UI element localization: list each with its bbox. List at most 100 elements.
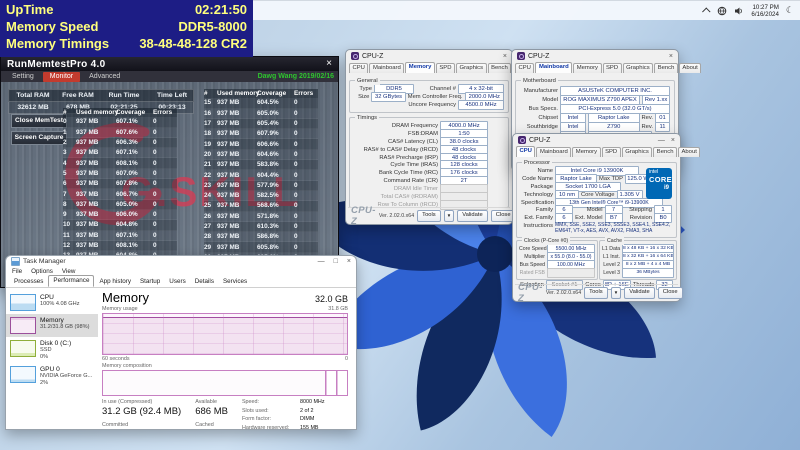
- cpuz-tab[interactable]: About: [677, 147, 701, 157]
- form-factor-value: DIMM: [299, 416, 315, 422]
- close-memtest-button[interactable]: Close MemTest: [11, 114, 67, 128]
- close-icon[interactable]: ×: [347, 258, 351, 265]
- close-button[interactable]: Close: [657, 286, 683, 299]
- task-manager-tab[interactable]: App history: [95, 277, 135, 287]
- cpuz-tab[interactable]: CPU: [516, 146, 536, 157]
- panel-title: Memory: [102, 290, 149, 305]
- memtest-tab[interactable]: Advanced: [82, 72, 127, 82]
- cpuz-tab[interactable]: SPD: [602, 63, 622, 73]
- tools-button[interactable]: Tools: [584, 286, 608, 299]
- cpuz-tab[interactable]: Mainboard: [535, 62, 573, 73]
- timings-group: Timings DRAM Frequency 4000.0 MHz FSB:DR…: [349, 114, 509, 210]
- menu-item[interactable]: File: [12, 268, 22, 275]
- cpuz-tab[interactable]: Graphics: [621, 147, 653, 157]
- cpuz-tab[interactable]: Mainboard: [369, 63, 405, 73]
- memtest-row: 1 937 MB 607.6% 0: [63, 127, 177, 138]
- task-manager-tab[interactable]: Processes: [10, 277, 47, 287]
- minimize-icon[interactable]: —: [658, 137, 665, 144]
- tray-chevron-up-icon[interactable]: [702, 6, 711, 16]
- column-header: Errors: [153, 109, 173, 117]
- volume-icon[interactable]: [734, 6, 744, 16]
- tools-dropdown-icon[interactable]: ▼: [610, 286, 622, 299]
- network-icon[interactable]: [717, 6, 727, 16]
- memtest-row: 25 937 MB 568.6% 0: [204, 201, 318, 212]
- maximize-icon[interactable]: □: [334, 258, 338, 265]
- southbridge-rev-field[interactable]: 11: [655, 121, 670, 132]
- cpuz-tab[interactable]: CPU: [349, 63, 369, 73]
- memtest-row: 6 937 MB 607.8% 0: [63, 179, 177, 190]
- memtest-row: 8 937 MB 605.0% 0: [63, 199, 177, 210]
- sidebar-item-gpu[interactable]: GPU 0 NVIDIA GeForce G... 2%: [6, 363, 98, 389]
- cpuz-tab[interactable]: Bench: [653, 147, 677, 157]
- cpuz-app-icon: [518, 136, 526, 144]
- cpuz-tab[interactable]: Memory: [405, 62, 435, 73]
- cpuz-tab[interactable]: Bench: [487, 63, 512, 73]
- memtest-row: 23 937 MB 577.9% 0: [204, 180, 318, 191]
- screen-capture-button[interactable]: Screen Capture: [11, 131, 67, 145]
- close-icon[interactable]: ×: [671, 137, 675, 144]
- group-legend: General: [355, 77, 380, 85]
- task-manager-tab[interactable]: Startup: [136, 277, 164, 287]
- osd-label: UpTime: [6, 2, 54, 17]
- cpuz-tab[interactable]: Graphics: [622, 63, 654, 73]
- sidebar-item-disk[interactable]: Disk 0 (C:) SSD 0%: [6, 337, 98, 363]
- validate-button[interactable]: Validate: [457, 209, 488, 222]
- group-legend: Processor: [522, 159, 553, 167]
- available-value: 686 MB: [195, 406, 228, 417]
- cpuz-tab[interactable]: SPD: [435, 63, 455, 73]
- intel-core-i9-badge: intel CORE i9: [646, 168, 672, 199]
- cache-value-field[interactable]: 36 MBytes: [622, 267, 674, 278]
- usage-max: 31.8 GB: [328, 306, 348, 312]
- total-memory: 32.0 GB: [314, 294, 348, 304]
- memtest-row: 9 937 MB 606.0% 0: [63, 209, 177, 221]
- cpuz-tab[interactable]: Memory: [572, 147, 601, 157]
- task-manager-tab[interactable]: Services: [219, 277, 251, 287]
- cpuz-window-title: CPU-Z: [362, 52, 384, 60]
- time-axis-label: 60 seconds: [102, 356, 130, 362]
- close-icon[interactable]: ×: [669, 53, 673, 60]
- validate-button[interactable]: Validate: [624, 286, 655, 299]
- task-manager-tab[interactable]: Performance: [48, 275, 95, 287]
- memtest-row: 15 937 MB 604.5% 0: [204, 98, 318, 109]
- sidebar-item-cpu[interactable]: CPU 100% 4.08 GHz: [6, 291, 98, 314]
- memtest-row: 10 937 MB 604.8% 0: [63, 220, 177, 231]
- tools-dropdown-icon[interactable]: ▼: [443, 209, 455, 222]
- hardware-reserved-value: 155 MB: [299, 424, 319, 430]
- group-legend: Cache: [605, 237, 624, 245]
- clock-value-field[interactable]: [547, 267, 595, 278]
- cpuz-tab[interactable]: Memory: [573, 63, 602, 73]
- cpuz-tab[interactable]: Mainboard: [536, 147, 572, 157]
- menu-item[interactable]: View: [62, 268, 76, 275]
- slots-value: 2 of 2: [299, 407, 314, 414]
- menu-item[interactable]: Options: [31, 268, 53, 275]
- memtest-row: 17 937 MB 605.4% 0: [204, 118, 318, 130]
- cpuz-tab[interactable]: Bench: [654, 63, 678, 73]
- memtest-row: 2 937 MB 606.3% 0: [63, 137, 177, 149]
- close-icon[interactable]: ×: [326, 59, 332, 69]
- sidebar-item-memory[interactable]: Memory 31.2/31.8 GB (98%): [6, 314, 98, 337]
- memtest-row: 26 937 MB 571.8% 0: [204, 211, 318, 222]
- cpuz-tab[interactable]: Graphics: [456, 63, 487, 73]
- close-icon[interactable]: ×: [503, 53, 507, 60]
- uncore-frequency-field[interactable]: 4500.0 MHz: [458, 99, 504, 110]
- do-not-disturb-moon-icon[interactable]: ☾: [786, 6, 794, 15]
- cpuz-tab[interactable]: SPD: [601, 147, 621, 157]
- column-header: Used memory: [76, 109, 119, 117]
- size-field[interactable]: 32 GBytes: [371, 91, 406, 102]
- minimize-icon[interactable]: —: [318, 258, 325, 265]
- tools-button[interactable]: Tools: [417, 209, 441, 222]
- task-manager-window: Task Manager — □ × File Options View Proce…: [5, 255, 357, 430]
- group-legend: Timings: [355, 114, 380, 122]
- osd-row: Memory Timings 38-48-48-128 CR2: [0, 35, 253, 52]
- tray-clock[interactable]: 10:27 PM 6/16/2024: [751, 4, 779, 18]
- cpuz-tab[interactable]: About: [678, 63, 702, 73]
- task-manager-tab[interactable]: Details: [191, 277, 218, 287]
- cpuz-memory-window: CPU-Z × CPU Mainboard Memory SPD Graphics Ben…: [345, 49, 535, 227]
- task-manager-tab[interactable]: Users: [165, 277, 189, 287]
- memtest-tab[interactable]: Setting: [5, 72, 41, 82]
- task-manager-app-icon: [11, 257, 20, 266]
- osd-value: DDR5-8000: [178, 19, 247, 34]
- cpuz-tab[interactable]: CPU: [515, 63, 535, 73]
- memtest-tab[interactable]: Monitor: [42, 71, 81, 82]
- memtest-row: 12 937 MB 608.1% 0: [63, 240, 177, 252]
